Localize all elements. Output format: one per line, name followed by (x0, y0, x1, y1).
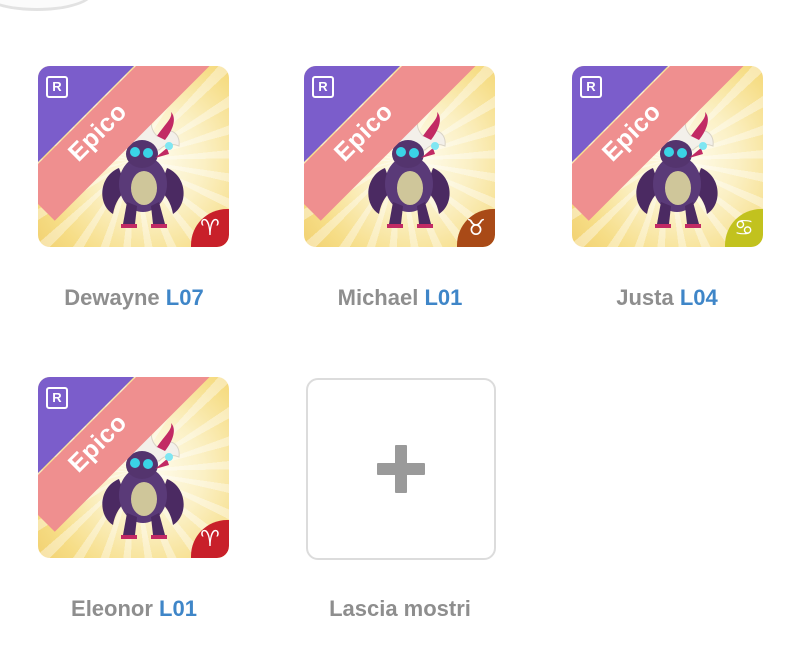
monster-card-eleonor[interactable]: Epico R ♈ (38, 377, 229, 558)
monster-portrait: Epico R ♈ (38, 377, 229, 558)
monster-level: L04 (679, 285, 718, 310)
monster-card-michael[interactable]: Epico R ♉ (304, 66, 495, 247)
monster-card-dewayne[interactable]: Epico R ♈ (38, 66, 229, 247)
monster-name: Dewayne (64, 285, 160, 310)
r-badge-icon: R (46, 76, 68, 98)
monster-portrait: Epico R ♉ (304, 66, 495, 247)
monster-caption: Michael L01 (270, 285, 530, 311)
monster-level: L01 (424, 285, 463, 310)
monster-level: L01 (159, 596, 197, 621)
monster-name: Justa (616, 285, 674, 310)
monster-caption: Eleonor L01 (4, 596, 264, 622)
top-edge-control (0, 0, 94, 11)
monster-portrait: Epico R ♋ (572, 66, 763, 247)
monster-portrait: Epico R ♈ (38, 66, 229, 247)
r-badge-icon: R (46, 387, 68, 409)
add-monster-button[interactable] (306, 378, 496, 560)
add-monster-label: Lascia mostri (329, 596, 471, 621)
plus-icon (377, 463, 425, 475)
monster-name: Michael (337, 285, 419, 310)
monster-name: Eleonor (71, 596, 153, 621)
monster-level: L07 (165, 285, 204, 310)
monster-card-justa[interactable]: Epico R ♋ (572, 66, 763, 247)
r-badge-icon: R (312, 76, 334, 98)
monster-caption: Dewayne L07 (4, 285, 264, 311)
monster-caption: Justa L04 (537, 285, 797, 311)
r-badge-icon: R (580, 76, 602, 98)
